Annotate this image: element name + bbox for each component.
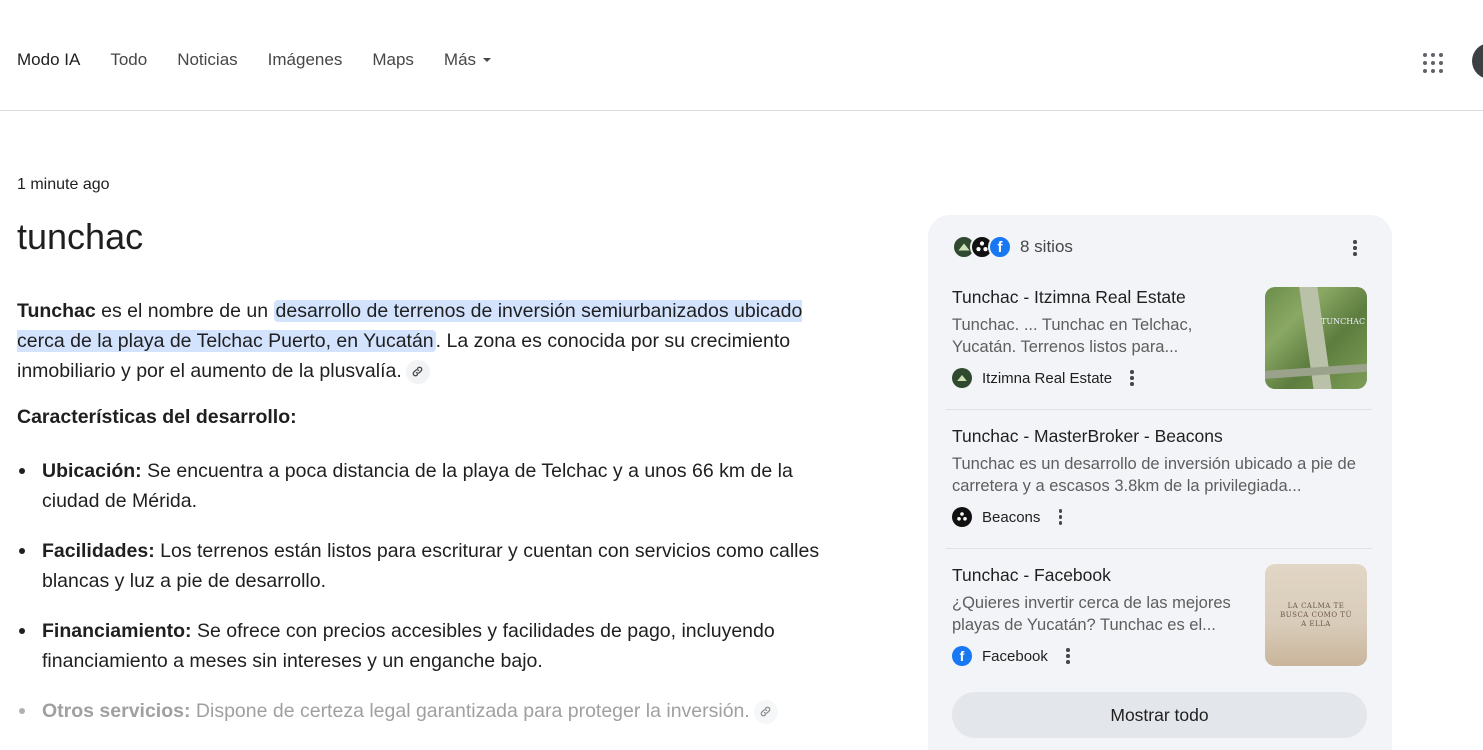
link-icon[interactable] (753, 699, 778, 724)
sources-panel: f 8 sitios Tunchac - Itzimna Real Estate… (928, 215, 1392, 750)
list-item-text: Se encuentra a poca distancia de la play… (42, 460, 793, 512)
list-item: Financiamiento: Se ofrece con precios ac… (17, 616, 837, 676)
more-options-icon[interactable] (1124, 368, 1140, 388)
divider (946, 548, 1372, 549)
sources-header[interactable]: f 8 sitios (952, 235, 1073, 259)
show-all-button[interactable]: Mostrar todo (952, 692, 1367, 738)
list-item: Facilidades: Los terrenos están listos p… (17, 536, 837, 596)
source-site-name: Beacons (982, 508, 1041, 526)
thumbnail-text: LA CALMA TE BUSCA COMO TÚ A ELLA (1280, 601, 1352, 628)
divider (946, 409, 1372, 410)
answer-pre: es el nombre de un (95, 300, 274, 322)
list-item-text: Dispone de certeza legal garantizada par… (190, 700, 750, 722)
list-item-label: Financiamiento: (42, 620, 192, 642)
search-tabs: Modo IA Todo Noticias Imágenes Maps Más (17, 50, 521, 70)
source-site: Beacons (952, 507, 1367, 527)
more-options-icon[interactable] (1347, 238, 1363, 258)
tab-maps[interactable]: Maps (372, 50, 414, 70)
caret-down-icon (483, 58, 492, 62)
tab-imagenes[interactable]: Imágenes (268, 50, 343, 70)
list-item-label: Ubicación: (42, 460, 142, 482)
answer-intro: Tunchac es el nombre de un desarrollo de… (17, 296, 829, 386)
list-item-text: Los terrenos están listos para escritura… (42, 540, 820, 592)
tab-mas-label: Más (443, 50, 477, 69)
timestamp: 1 minute ago (17, 176, 110, 193)
source-site-name: Facebook (982, 647, 1048, 665)
source-snippet: Tunchac es un desarrollo de inversión ub… (952, 455, 1356, 495)
more-options-icon[interactable] (1060, 646, 1076, 666)
features-list: Ubicación: Se encuentra a poca distancia… (17, 456, 837, 746)
source-snippet: ¿Quieres invertir cerca de las mejores p… (952, 594, 1231, 634)
section-title: Características del desarrollo: (17, 406, 297, 428)
tab-modo-ia[interactable]: Modo IA (17, 50, 80, 70)
tab-mas[interactable]: Más (443, 50, 492, 70)
source-site-name: Itzimna Real Estate (982, 369, 1113, 387)
query-title: tunchac (17, 216, 144, 257)
source-thumbnail[interactable]: TUNCHAC (1265, 287, 1367, 389)
source-title[interactable]: Tunchac - MasterBroker - Beacons (952, 426, 1367, 447)
list-item-label: Otros servicios: (42, 700, 191, 722)
link-icon[interactable] (405, 359, 430, 384)
list-item: Otros servicios: Dispone de certeza lega… (17, 696, 837, 726)
top-nav: Modo IA Todo Noticias Imágenes Maps Más (0, 0, 1483, 111)
source-card[interactable]: Tunchac - MasterBroker - Beacons Tunchac… (952, 426, 1367, 527)
facebook-logo-icon: f (988, 235, 1012, 259)
list-item: Ubicación: Se encuentra a poca distancia… (17, 456, 837, 516)
itzimna-logo-icon (952, 368, 972, 388)
avatar[interactable] (1472, 43, 1483, 79)
facebook-logo-icon: f (952, 646, 972, 666)
source-thumbnail[interactable]: LA CALMA TE BUSCA COMO TÚ A ELLA (1265, 564, 1367, 666)
google-apps-icon[interactable] (1421, 51, 1445, 75)
beacons-logo-icon (952, 507, 972, 527)
more-options-icon[interactable] (1052, 507, 1068, 527)
sources-count: 8 sitios (1020, 237, 1073, 256)
list-item-label: Facilidades: (42, 540, 155, 562)
source-snippet: Tunchac. ... Tunchac en Telchac, Yucatán… (952, 316, 1193, 356)
thumbnail-text: TUNCHAC (1321, 317, 1366, 326)
tab-noticias[interactable]: Noticias (177, 50, 237, 70)
tab-todo[interactable]: Todo (110, 50, 147, 70)
answer-subject: Tunchac (17, 300, 96, 322)
